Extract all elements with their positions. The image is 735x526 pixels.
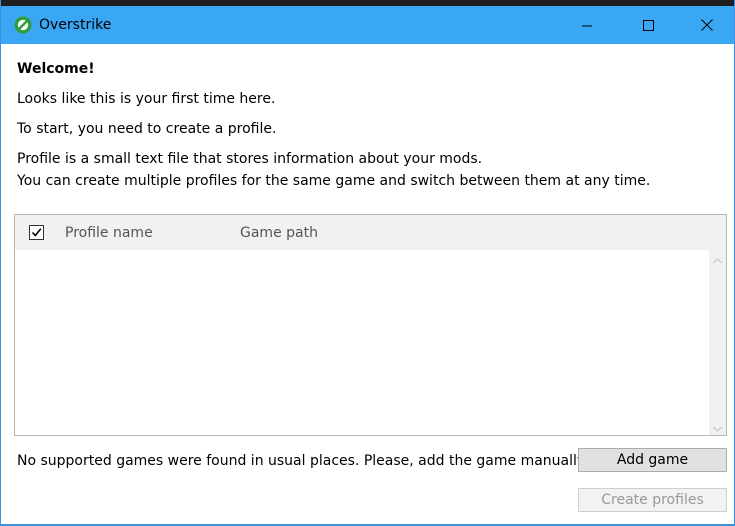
minimize-icon	[582, 16, 592, 35]
profile-description-text: Profile is a small text file that stores…	[17, 151, 483, 167]
close-icon	[701, 16, 713, 35]
title-bar[interactable]: Overstrike	[1, 6, 734, 44]
table-header: Profile name Game path	[15, 215, 726, 250]
column-header-game-path[interactable]: Game path	[240, 223, 318, 243]
welcome-heading: Welcome!	[17, 61, 95, 77]
scroll-up-button[interactable]	[709, 250, 726, 267]
maximize-icon	[642, 16, 654, 35]
table-scrollbar[interactable]	[709, 250, 726, 435]
instruction-text: To start, you need to create a profile.	[17, 121, 277, 137]
select-all-checkbox[interactable]	[29, 225, 44, 240]
minimize-button[interactable]	[564, 6, 610, 44]
profiles-table[interactable]: Profile name Game path	[14, 214, 727, 436]
window-title: Overstrike	[39, 17, 112, 33]
no-games-message: No supported games were found in usual p…	[17, 453, 589, 469]
chevron-up-icon	[713, 249, 722, 268]
app-window: Overstrike Welcome! Looks like this is y…	[0, 0, 735, 526]
column-header-profile-name[interactable]: Profile name	[65, 223, 153, 243]
dialog-content: Welcome! Looks like this is your first t…	[1, 44, 734, 524]
intro-text: Looks like this is your first time here.	[17, 91, 276, 107]
overstrike-logo-icon	[14, 16, 32, 34]
chevron-down-icon	[713, 417, 722, 436]
profile-switch-text: You can create multiple profiles for the…	[17, 173, 651, 189]
scroll-down-button[interactable]	[709, 418, 726, 435]
maximize-button[interactable]	[625, 6, 671, 44]
add-game-button[interactable]: Add game	[578, 448, 727, 472]
create-profiles-button[interactable]: Create profiles	[578, 488, 727, 512]
close-button[interactable]	[684, 6, 730, 44]
